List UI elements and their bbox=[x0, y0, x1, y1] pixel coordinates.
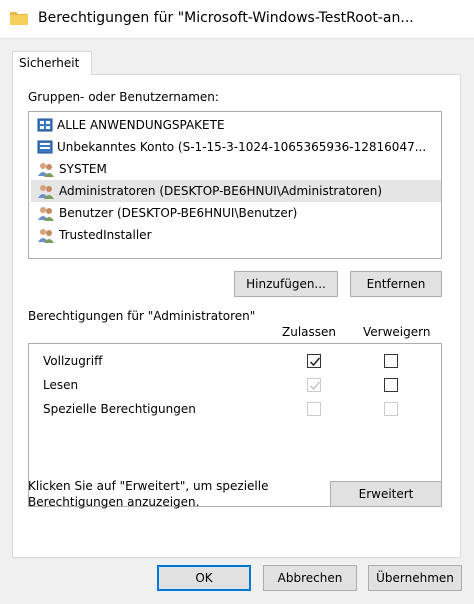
tab-sicherheit[interactable]: Sicherheit bbox=[12, 51, 92, 75]
apply-button[interactable]: Übernehmen bbox=[368, 565, 462, 591]
groups-label: Gruppen- oder Benutzernamen: bbox=[28, 90, 219, 104]
list-item-label: Administratoren (DESKTOP-BE6HNUI\Adminis… bbox=[59, 184, 383, 198]
deny-checkbox-vollzugriff[interactable] bbox=[384, 354, 398, 368]
group-icon bbox=[38, 185, 54, 199]
list-item-label: TrustedInstaller bbox=[59, 228, 152, 242]
permission-name: Vollzugriff bbox=[43, 354, 103, 368]
list-item[interactable]: Administratoren (DESKTOP-BE6HNUI\Adminis… bbox=[31, 180, 441, 202]
unknown-account-icon bbox=[37, 140, 53, 154]
list-item-label: SYSTEM bbox=[59, 162, 107, 176]
deny-checkbox-special bbox=[384, 402, 398, 416]
list-item[interactable]: ALLE ANWENDUNGSPAKETE bbox=[31, 114, 441, 136]
allow-checkbox-vollzugriff[interactable] bbox=[307, 354, 321, 368]
list-item-label: ALLE ANWENDUNGSPAKETE bbox=[57, 118, 225, 132]
title-bar[interactable]: Berechtigungen für "Microsoft-Windows-Te… bbox=[0, 0, 474, 38]
table-row: Vollzugriff bbox=[29, 350, 441, 372]
group-icon bbox=[38, 207, 54, 221]
check-icon bbox=[309, 381, 321, 391]
permission-name: Spezielle Berechtigungen bbox=[43, 402, 196, 416]
cancel-button[interactable]: Abbrechen bbox=[263, 565, 357, 591]
table-row: Lesen bbox=[29, 374, 441, 396]
tab-label: Sicherheit bbox=[19, 56, 80, 70]
allow-checkbox-special bbox=[307, 402, 321, 416]
list-item-label: Unbekanntes Konto (S-1-15-3-1024-1065365… bbox=[57, 140, 427, 154]
table-row: Spezielle Berechtigungen bbox=[29, 398, 441, 420]
allow-checkbox-lesen bbox=[307, 378, 321, 392]
advanced-hint-line1: Klicken Sie auf "Erweitert", um speziell… bbox=[28, 479, 269, 493]
permissions-label: Berechtigungen für "Administratoren" bbox=[28, 309, 256, 323]
check-icon bbox=[309, 357, 321, 367]
deny-header: Verweigern bbox=[363, 325, 431, 339]
folder-icon bbox=[10, 12, 28, 25]
group-icon bbox=[38, 229, 54, 243]
ok-button[interactable]: OK bbox=[157, 565, 251, 591]
deny-checkbox-lesen[interactable] bbox=[384, 378, 398, 392]
group-icon bbox=[38, 163, 54, 177]
list-item[interactable]: SYSTEM bbox=[31, 158, 441, 180]
app-package-icon bbox=[37, 118, 53, 132]
allow-header: Zulassen bbox=[282, 325, 337, 339]
window-title: Berechtigungen für "Microsoft-Windows-Te… bbox=[38, 10, 414, 26]
dialog-client: Sicherheit Gruppen- oder Benutzernamen: … bbox=[0, 38, 474, 604]
add-button[interactable]: Hinzufügen... bbox=[234, 271, 338, 297]
groups-listbox[interactable]: ALLE ANWENDUNGSPAKETE Unbekanntes Konto … bbox=[28, 111, 442, 259]
list-item-label: Benutzer (DESKTOP-BE6HNUI\Benutzer) bbox=[59, 206, 298, 220]
permission-name: Lesen bbox=[43, 378, 79, 392]
remove-button[interactable]: Entfernen bbox=[350, 271, 442, 297]
list-item[interactable]: TrustedInstaller bbox=[31, 224, 441, 246]
advanced-hint-line2: Berechtigungen anzuzeigen. bbox=[28, 495, 200, 509]
advanced-button[interactable]: Erweitert bbox=[330, 481, 442, 507]
list-item[interactable]: Unbekanntes Konto (S-1-15-3-1024-1065365… bbox=[31, 136, 441, 158]
list-item[interactable]: Benutzer (DESKTOP-BE6HNUI\Benutzer) bbox=[31, 202, 441, 224]
